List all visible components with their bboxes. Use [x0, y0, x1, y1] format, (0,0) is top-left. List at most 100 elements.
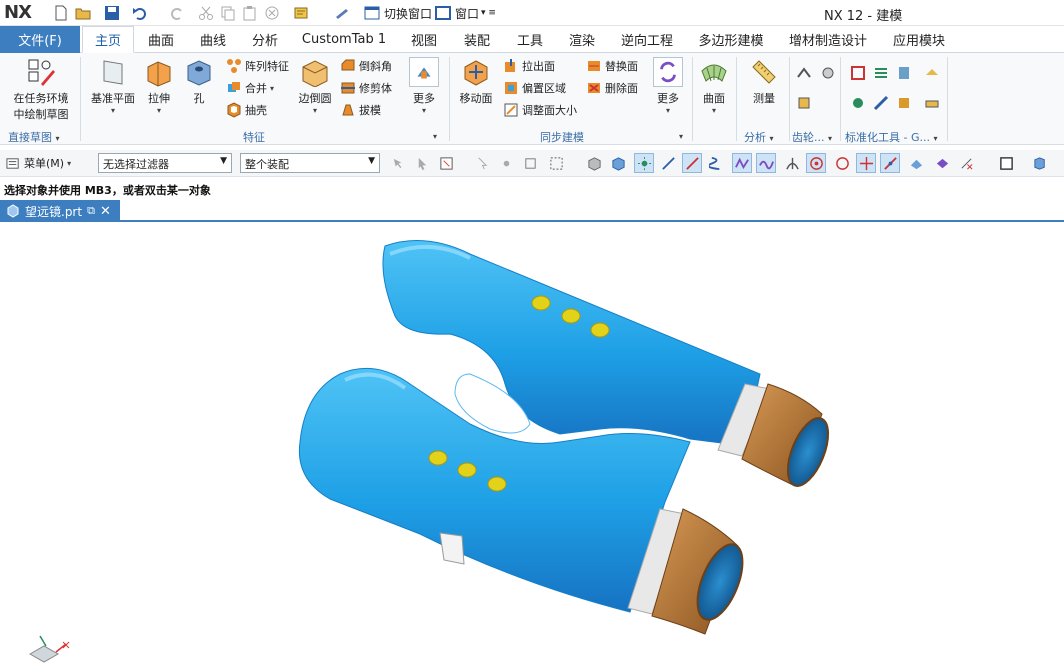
graphics-viewport[interactable] — [0, 224, 1064, 665]
gear-tool-button-3[interactable] — [796, 95, 812, 114]
undock-icon[interactable]: ⧉ — [87, 204, 95, 218]
solid-body-icon[interactable] — [584, 153, 604, 173]
std-tool-button-3[interactable] — [896, 65, 912, 84]
tab-render[interactable]: 渲染 — [558, 26, 606, 53]
box-select-icon[interactable] — [546, 153, 566, 173]
snap-spline-icon[interactable] — [756, 153, 776, 173]
general-selection-icon[interactable] — [388, 153, 408, 173]
std-tool-button-8[interactable] — [924, 95, 940, 114]
close-icon[interactable]: ✕ — [100, 204, 111, 219]
tab-tools[interactable]: 工具 — [506, 26, 554, 53]
repeat-command-icon[interactable] — [292, 4, 310, 22]
trim-body-button[interactable]: 修剪体 — [340, 80, 392, 96]
binocular-model[interactable] — [0, 224, 1064, 665]
paste-icon[interactable] — [241, 4, 259, 22]
measure-button[interactable]: 测量 — [742, 57, 786, 106]
touch-mode-icon[interactable] — [333, 4, 351, 22]
std-tool-button-5[interactable] — [850, 95, 866, 114]
component-icon[interactable] — [608, 153, 628, 173]
chamfer-button[interactable]: 倒斜角 — [340, 58, 392, 74]
selection-scope-select[interactable]: 整个装配 ▼ — [240, 153, 380, 173]
snap-center-icon[interactable] — [806, 153, 826, 173]
switch-window-icon[interactable] — [363, 4, 381, 22]
edge-blend-dropdown-icon[interactable]: ▾ — [294, 106, 336, 115]
tab-assembly[interactable]: 装配 — [453, 26, 501, 53]
view-frame-icon[interactable] — [996, 153, 1016, 173]
tab-additive-design[interactable]: 增材制造设计 — [780, 26, 876, 53]
std-tool-button-1[interactable] — [850, 65, 866, 84]
tab-curve[interactable]: 曲线 — [190, 26, 236, 53]
gear-tool-button-1[interactable] — [796, 65, 812, 84]
draft-button[interactable]: 拔模 — [340, 102, 381, 118]
surface-button[interactable]: 曲面 ▾ — [696, 57, 732, 115]
pointer-icon[interactable] — [412, 153, 432, 173]
window-icon[interactable] — [434, 4, 452, 22]
resize-face-button[interactable]: 调整面大小 — [503, 102, 577, 118]
cut-icon[interactable] — [197, 4, 215, 22]
snap-curve-icon[interactable] — [732, 153, 752, 173]
replace-face-button[interactable]: 替换面 — [586, 58, 638, 74]
tab-surface[interactable]: 曲面 — [138, 26, 184, 53]
sketch-in-task-button[interactable]: 在任务环境 中绘制草图 — [8, 57, 74, 122]
menu-button[interactable]: 菜单(M) ▾ — [6, 153, 80, 173]
pattern-feature-button[interactable]: 阵列特征 — [226, 58, 289, 74]
curve-line-icon[interactable] — [658, 153, 678, 173]
std-tool-button-2[interactable] — [873, 65, 889, 84]
snap-line-icon[interactable] — [682, 153, 702, 173]
feature-more-button[interactable]: 更多 ▾ — [404, 57, 444, 115]
group-direct-sketch[interactable]: 直接草图 ▾ — [8, 129, 60, 145]
switch-window-label[interactable]: 切换窗口 — [384, 5, 432, 22]
window-dropdown-icon[interactable]: ▾ ≡ — [481, 8, 496, 18]
document-tab[interactable]: 望远镜.prt ⧉ ✕ — [0, 200, 120, 222]
std-tool-button-4[interactable] — [924, 65, 940, 84]
hole-button[interactable]: 孔 — [180, 57, 218, 106]
tab-home[interactable]: 主页 — [82, 26, 134, 53]
shell-button[interactable]: 抽壳 — [226, 102, 267, 118]
std-tool-button-7[interactable] — [896, 95, 912, 114]
snap-bounded-icon[interactable] — [932, 153, 952, 173]
snap-existing-point-icon[interactable] — [856, 153, 876, 173]
snap-point-icon[interactable] — [496, 153, 516, 173]
gear-tool-button-2[interactable] — [820, 65, 836, 84]
tab-polygon-modeling[interactable]: 多边形建模 — [690, 26, 772, 53]
select-filter-icon[interactable] — [436, 153, 456, 173]
curve-icon[interactable] — [706, 153, 726, 173]
new-file-icon[interactable] — [52, 4, 70, 22]
tab-analysis[interactable]: 分析 — [242, 26, 288, 53]
offset-region-button[interactable]: 偏置区域 — [503, 80, 566, 96]
group-sync-expand-icon[interactable]: ▾ — [679, 129, 683, 142]
snap-icon[interactable] — [472, 153, 492, 173]
tab-file[interactable]: 文件(F) — [0, 26, 80, 53]
pull-face-button[interactable]: 拉出面 — [503, 58, 555, 74]
datum-plane-button[interactable]: 基准平面 ▾ — [86, 57, 140, 115]
unite-dropdown-icon[interactable]: ▾ — [270, 84, 274, 93]
window-menu-label[interactable]: 窗口 — [455, 5, 479, 22]
extrude-dropdown-icon[interactable]: ▾ — [140, 106, 178, 115]
surface-dropdown-icon[interactable]: ▾ — [696, 106, 732, 115]
undo-icon[interactable] — [131, 4, 149, 22]
sync-more-button[interactable]: 更多 ▾ — [648, 57, 688, 115]
std-tool-button-6[interactable] — [873, 95, 889, 114]
edge-blend-button[interactable]: 边倒圆 ▾ — [294, 57, 336, 115]
group-standard-tools[interactable]: 标准化工具 - G... ▾ — [845, 129, 938, 145]
snap-endpoint-icon[interactable] — [634, 153, 654, 173]
extrude-button[interactable]: 拉伸 ▾ — [140, 57, 178, 115]
group-feature-expand-icon[interactable]: ▾ — [433, 129, 437, 142]
orient-view-icon[interactable] — [1030, 153, 1050, 173]
redo-icon[interactable] — [168, 4, 186, 22]
snap-on-curve-icon[interactable] — [880, 153, 900, 173]
move-face-button[interactable]: 移动面 — [454, 57, 498, 106]
tab-customtab1[interactable]: CustomTab 1 — [294, 26, 394, 53]
snap-intersection-icon[interactable] — [782, 153, 802, 173]
group-analysis[interactable]: 分析 ▾ — [744, 129, 774, 145]
tab-view[interactable]: 视图 — [400, 26, 448, 53]
delete-icon[interactable] — [263, 4, 281, 22]
copy-icon[interactable] — [219, 4, 237, 22]
selection-filter-select[interactable]: 无选择过滤器 ▼ — [98, 153, 232, 173]
open-folder-icon[interactable] — [74, 4, 92, 22]
datum-plane-dropdown-icon[interactable]: ▾ — [86, 106, 140, 115]
delete-face-button[interactable]: 删除面 — [586, 80, 638, 96]
unite-button[interactable]: 合并 ▾ — [226, 80, 274, 96]
feature-more-dropdown-icon[interactable]: ▾ — [404, 106, 444, 115]
save-icon[interactable] — [103, 4, 121, 22]
